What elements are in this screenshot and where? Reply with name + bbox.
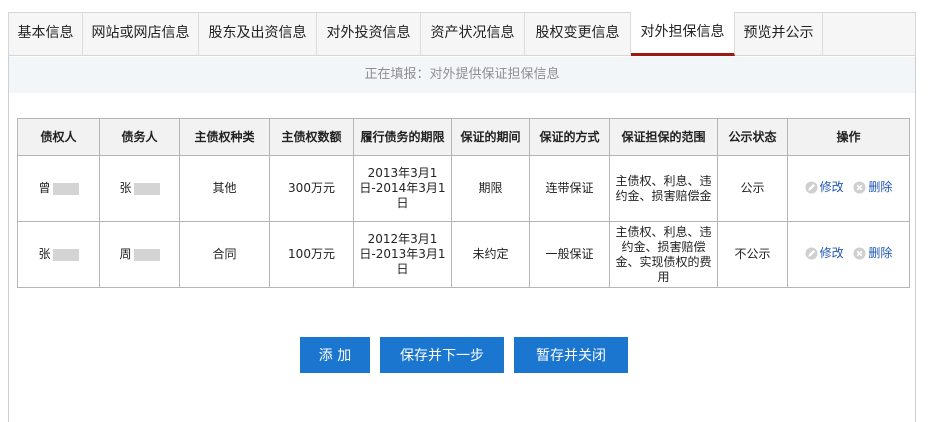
add-button[interactable]: 添 加 xyxy=(300,337,370,373)
guarantee-table: 债权人 债务人 主债权种类 主债权数额 履行债务的期限 保证的期间 保证的方式 … xyxy=(17,118,910,288)
cell-guarantee-method: 连带保证 xyxy=(529,155,610,222)
filling-notice: 正在填报：对外提供保证担保信息 xyxy=(9,57,915,93)
cell-claim-type: 其他 xyxy=(179,155,270,222)
close-circle-icon xyxy=(853,180,866,194)
redaction-mask xyxy=(133,182,160,195)
edit-label: 修改 xyxy=(819,179,844,194)
header-claim-amount: 主债权数额 xyxy=(269,118,354,156)
cell-guarantee-period: 期限 xyxy=(451,155,530,222)
table-header-row: 债权人 债务人 主债权种类 主债权数额 履行债务的期限 保证的期间 保证的方式 … xyxy=(17,118,910,156)
debtor-name: 周 xyxy=(119,247,132,261)
cell-guarantee-scope: 主债权、利息、违约金、损害赔偿金、实现债权的费用 xyxy=(609,221,718,288)
delete-link[interactable]: 删除 xyxy=(853,180,892,195)
cell-guarantee-scope: 主债权、利息、违约金、损害赔偿金 xyxy=(609,155,718,222)
redaction-mask xyxy=(52,182,79,195)
edit-link[interactable]: 修改 xyxy=(805,246,844,261)
header-operations: 操作 xyxy=(787,118,910,156)
tab-shareholder-info[interactable]: 股东及出资信息 xyxy=(199,12,317,56)
cell-claim-type: 合同 xyxy=(179,221,270,288)
cell-debtor: 周 xyxy=(99,221,180,288)
cell-claim-amount: 100万元 xyxy=(269,221,354,288)
table-row: 曾 张 其他 300万元 2013年3月1日-2014年3月1日 期限 连带保证… xyxy=(17,155,910,222)
cell-publish-status: 不公示 xyxy=(717,221,788,288)
cell-guarantee-period: 未约定 xyxy=(451,221,530,288)
header-guarantee-period: 保证的期间 xyxy=(451,118,530,156)
save-close-button[interactable]: 暂存并关闭 xyxy=(514,337,628,373)
tab-asset-info[interactable]: 资产状况信息 xyxy=(421,12,525,56)
tab-preview-publish[interactable]: 预览并公示 xyxy=(735,12,823,56)
cell-creditor: 曾 xyxy=(17,155,100,222)
creditor-name: 张 xyxy=(38,247,51,261)
header-debtor: 债务人 xyxy=(99,118,180,156)
tab-guarantee-info[interactable]: 对外担保信息 xyxy=(631,12,735,56)
cell-debt-term: 2012年3月1日-2013年3月1日 xyxy=(353,221,452,288)
cell-guarantee-method: 一般保证 xyxy=(529,221,610,288)
close-circle-icon xyxy=(853,246,866,260)
header-claim-type: 主债权种类 xyxy=(179,118,270,156)
header-guarantee-method: 保证的方式 xyxy=(529,118,610,156)
pencil-icon xyxy=(805,180,818,194)
cell-claim-amount: 300万元 xyxy=(269,155,354,222)
redaction-mask xyxy=(133,248,160,261)
delete-link[interactable]: 删除 xyxy=(853,246,892,261)
tab-bar: 基本信息 网站或网店信息 股东及出资信息 对外投资信息 资产状况信息 股权变更信… xyxy=(8,12,916,56)
tab-website-info[interactable]: 网站或网店信息 xyxy=(83,12,199,56)
tab-basic-info[interactable]: 基本信息 xyxy=(9,12,83,56)
save-next-button[interactable]: 保存并下一步 xyxy=(380,337,504,373)
header-guarantee-scope: 保证担保的范围 xyxy=(609,118,718,156)
cell-debtor: 张 xyxy=(99,155,180,222)
table-row: 张 周 合同 100万元 2012年3月1日-2013年3月1日 未约定 一般保… xyxy=(17,221,910,288)
delete-label: 删除 xyxy=(868,179,893,194)
tab-investment-info[interactable]: 对外投资信息 xyxy=(317,12,421,56)
header-debt-term: 履行债务的期限 xyxy=(353,118,452,156)
action-bar: 添 加 保存并下一步 暂存并关闭 xyxy=(0,337,928,373)
header-publish-status: 公示状态 xyxy=(717,118,788,156)
delete-label: 删除 xyxy=(868,245,893,260)
header-creditor: 债权人 xyxy=(17,118,100,156)
tab-equity-change-info[interactable]: 股权变更信息 xyxy=(525,12,631,56)
edit-link[interactable]: 修改 xyxy=(805,180,844,195)
cell-debt-term: 2013年3月1日-2014年3月1日 xyxy=(353,155,452,222)
cell-operations: 修改 删除 xyxy=(787,221,910,288)
edit-label: 修改 xyxy=(819,245,844,260)
creditor-name: 曾 xyxy=(38,181,51,195)
cell-operations: 修改 删除 xyxy=(787,155,910,222)
debtor-name: 张 xyxy=(119,181,132,195)
cell-publish-status: 公示 xyxy=(717,155,788,222)
redaction-mask xyxy=(52,248,79,261)
pencil-icon xyxy=(805,246,818,260)
cell-creditor: 张 xyxy=(17,221,100,288)
